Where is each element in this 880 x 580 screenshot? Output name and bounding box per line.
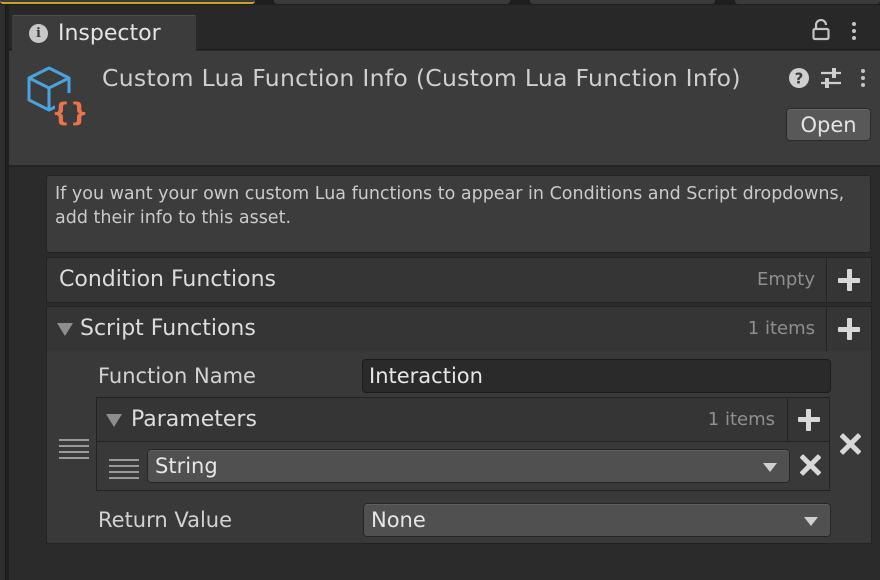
plus-icon: [838, 318, 860, 340]
top-toolbar-segment: [735, 0, 880, 4]
remove-parameter-button[interactable]: [799, 454, 821, 476]
tab-title: Inspector: [58, 21, 161, 46]
add-parameter-button[interactable]: [787, 398, 829, 441]
condition-functions-count: Empty: [756, 269, 815, 290]
return-value-label: Return Value: [98, 508, 233, 532]
left-adjacent-panel: [0, 5, 9, 580]
lock-icon[interactable]: [812, 19, 830, 41]
condition-functions-label: Condition Functions: [59, 267, 277, 292]
plus-icon: [797, 408, 820, 431]
header-kebab-menu-icon[interactable]: [860, 69, 866, 87]
script-functions-label: Script Functions: [80, 316, 256, 341]
top-toolbar-segment: [0, 0, 255, 4]
svg-text:?: ?: [795, 70, 804, 88]
foldout-expanded-icon[interactable]: [57, 323, 73, 336]
inspector-header: {} Custom Lua Function Info (Custom Lua …: [9, 51, 880, 167]
foldout-expanded-icon[interactable]: [106, 414, 122, 427]
parameters-label: Parameters: [131, 407, 257, 432]
script-functions-header[interactable]: Script Functions 1 items: [46, 306, 872, 352]
asset-title: Custom Lua Function Info (Custom Lua Fun…: [102, 64, 741, 92]
inspector-tab-bar: i Inspector: [9, 5, 880, 51]
parameter-type-dropdown[interactable]: String: [147, 449, 790, 483]
top-toolbar-segment: [530, 0, 715, 4]
script-functions-count: 1 items: [747, 318, 815, 339]
parameters-header[interactable]: Parameters 1 items: [96, 397, 830, 442]
open-button[interactable]: Open: [786, 108, 871, 141]
lua-script-asset-icon: {}: [27, 66, 89, 127]
tab-kebab-menu-icon[interactable]: [851, 22, 857, 40]
condition-functions-header[interactable]: Condition Functions Empty: [46, 257, 872, 303]
parameter-type-value: String: [155, 454, 218, 478]
preset-sliders-icon[interactable]: [820, 67, 842, 89]
add-condition-function-button[interactable]: [826, 258, 871, 302]
function-name-field[interactable]: Interaction: [362, 359, 831, 393]
return-value-value: None: [371, 508, 426, 532]
tab-inspector[interactable]: i Inspector: [12, 15, 196, 51]
parameters-count: 1 items: [707, 409, 775, 430]
help-box: If you want your own custom Lua function…: [46, 175, 871, 253]
drag-handle-icon[interactable]: [109, 459, 139, 479]
svg-text:{}: {}: [51, 98, 88, 127]
drag-handle-icon[interactable]: [59, 439, 89, 459]
remove-script-function-button[interactable]: [839, 433, 861, 455]
plus-icon: [838, 269, 860, 291]
return-value-dropdown[interactable]: None: [363, 503, 831, 537]
add-script-function-button[interactable]: [826, 307, 871, 351]
help-icon[interactable]: ?: [788, 67, 810, 89]
dropdown-arrow-icon: [763, 463, 777, 472]
function-name-label: Function Name: [98, 364, 256, 388]
dropdown-arrow-icon: [804, 517, 818, 526]
info-icon: i: [29, 24, 48, 43]
top-toolbar-segment: [274, 0, 510, 4]
